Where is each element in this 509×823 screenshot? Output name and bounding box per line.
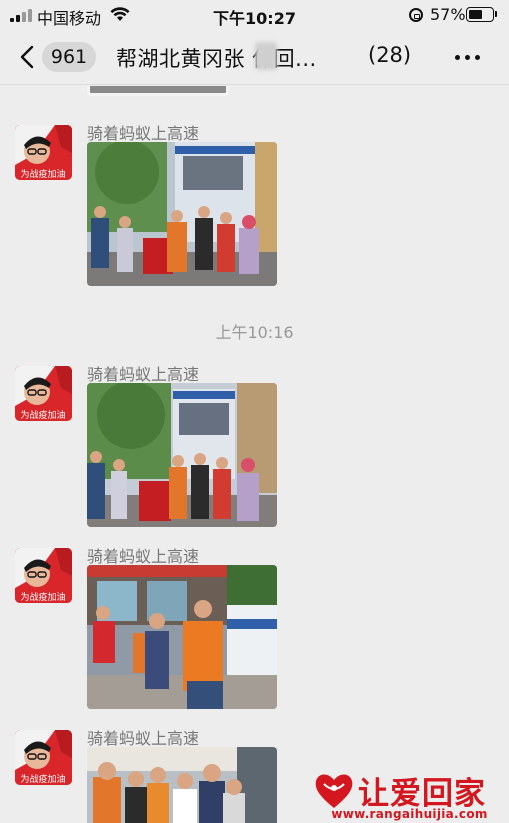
sender-avatar[interactable]: 为战疫加油 [15, 730, 72, 785]
image-message[interactable] [87, 747, 277, 823]
sender-avatar[interactable]: 为战疫加油 [15, 125, 72, 180]
unread-count-badge[interactable]: 961 [42, 42, 96, 72]
rotation-lock-icon [409, 8, 423, 22]
chat-title[interactable]: 帮湖北黄冈张 保回... [116, 43, 356, 73]
image-message[interactable] [87, 383, 277, 527]
battery-percent: 57% [430, 5, 466, 24]
watermark-url: www.rangaihuijia.com [331, 807, 488, 821]
previous-image-message[interactable] [87, 86, 229, 96]
time-divider: 上午10:16 [215, 323, 294, 342]
battery-icon [466, 7, 494, 22]
sender-name: 骑着蚂蚁上高速 [87, 124, 200, 143]
sender-avatar[interactable]: 为战疫加油 [15, 366, 72, 421]
status-bar: 中国移动 下午10:27 57% [0, 0, 509, 30]
image-message[interactable] [87, 142, 277, 286]
chat-message-list[interactable]: 为战疫加油 骑着蚂蚁上高速 上午10:16 为战疫加油 骑着蚂蚁上高速 为战疫加… [0, 86, 509, 823]
member-count[interactable]: (28) [368, 43, 411, 67]
chevron-left-icon[interactable] [18, 45, 36, 69]
more-dots-icon[interactable] [455, 55, 481, 61]
sender-name: 骑着蚂蚁上高速 [87, 365, 200, 384]
watermark-logo: 让爱回家 www.rangaihuijia.com [312, 770, 507, 821]
sender-name: 骑着蚂蚁上高速 [87, 547, 200, 566]
battery-tip [495, 11, 497, 17]
svg-text:为战疫加油: 为战疫加油 [20, 591, 65, 603]
svg-text:为战疫加油: 为战疫加油 [20, 409, 65, 421]
sender-avatar[interactable]: 为战疫加油 [15, 548, 72, 603]
image-message[interactable] [87, 565, 277, 709]
title-redaction [255, 42, 277, 70]
svg-text:为战疫加油: 为战疫加油 [20, 168, 65, 180]
svg-text:为战疫加油: 为战疫加油 [20, 773, 65, 785]
heart-hands-icon [315, 774, 353, 808]
chat-header: 961 帮湖北黄冈张 保回... (28) [0, 30, 509, 85]
battery-level-fill [469, 10, 482, 19]
sender-name: 骑着蚂蚁上高速 [87, 729, 200, 748]
